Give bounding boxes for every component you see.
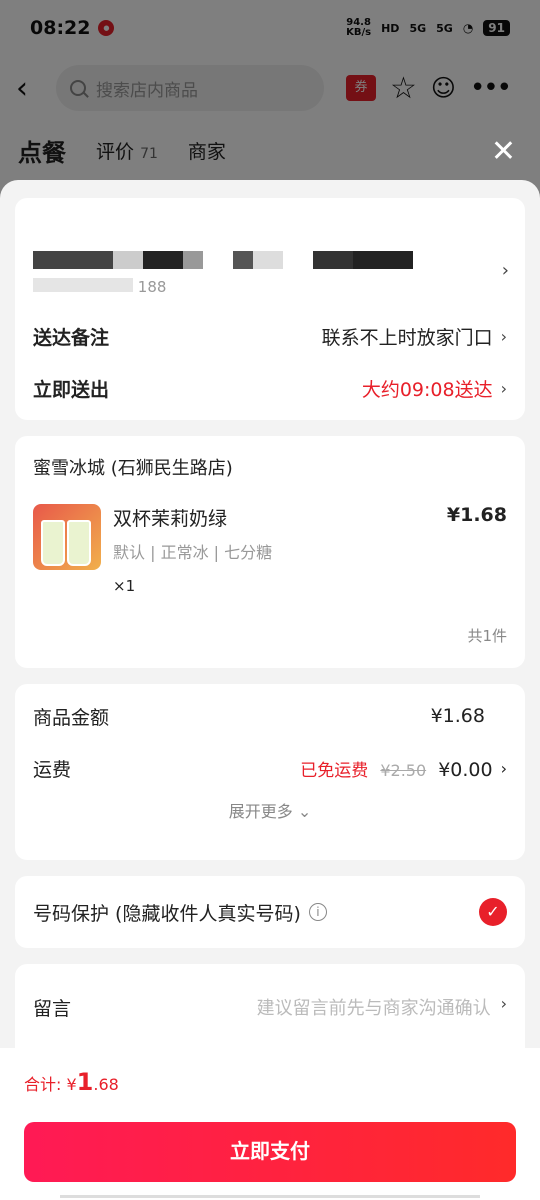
delivery-note-label: 送达备注	[33, 326, 110, 349]
delivery-note-row[interactable]: 送达备注 联系不上时放家门口 ›	[33, 310, 507, 362]
chevron-right-icon: ›	[500, 378, 507, 398]
shipping-value: ¥0.00	[438, 758, 493, 781]
message-label: 留言	[33, 998, 72, 1020]
message-placeholder: 建议留言前先与商家沟通确认	[256, 998, 491, 1019]
goods-amount-label: 商品金额	[33, 706, 110, 729]
chevron-right-icon: ›	[500, 758, 507, 778]
item-price: ¥1.68	[446, 504, 507, 526]
checkout-sheet: 188 › 送达备注 联系不上时放家门口 › 立即送出 大约09:08送达 › …	[0, 180, 540, 1200]
shipping-label: 运费	[33, 758, 72, 781]
item-name: 双杯茉莉奶绿	[113, 508, 228, 530]
home-indicator[interactable]	[60, 1195, 480, 1198]
shipping-row[interactable]: 运费 已免运费 ¥2.50 ¥0.00 ›	[33, 742, 507, 794]
shipping-original-price: ¥2.50	[380, 760, 427, 780]
shipping-free-label: 已免运费	[300, 760, 369, 781]
delivery-time-label: 立即送出	[33, 378, 110, 401]
chevron-right-icon: ›	[500, 994, 507, 1013]
pay-now-button[interactable]: 立即支付	[24, 1122, 516, 1182]
goods-amount-value: ¥1.68	[430, 705, 485, 727]
number-protection-label: 号码保护 (隐藏收件人真实号码)	[33, 902, 301, 925]
delivery-note-value: 联系不上时放家门口	[321, 326, 493, 349]
masked-contact: 188	[33, 278, 507, 296]
chevron-right-icon: ›	[500, 326, 507, 346]
info-icon[interactable]: i	[308, 903, 327, 921]
address-chevron-icon: ›	[501, 260, 509, 281]
goods-amount-row: 商品金额 ¥1.68	[33, 690, 507, 742]
expand-more-button[interactable]: 展开更多 ⌄	[33, 798, 507, 822]
item-spec: 默认 | 正常冰 | 七分糖	[113, 543, 273, 562]
item-info: 双杯茉莉奶绿 默认 | 正常冰 | 七分糖 ×1	[113, 504, 447, 595]
address-card[interactable]: 188 › 送达备注 联系不上时放家门口 › 立即送出 大约09:08送达 ›	[15, 198, 525, 420]
total-amount: 合计: ¥1.68	[24, 1068, 119, 1096]
order-item[interactable]: 双杯茉莉奶绿 默认 | 正常冰 | 七分糖 ×1 ¥1.68	[33, 504, 507, 595]
product-image	[33, 504, 101, 570]
number-protection-card[interactable]: 号码保护 (隐藏收件人真实号码) i ✓	[15, 876, 525, 948]
item-quantity: ×1	[113, 577, 136, 595]
shipping-values: 已免运费 ¥2.50 ¥0.00	[300, 756, 492, 781]
fee-card: 商品金额 ¥1.68 运费 已免运费 ¥2.50 ¥0.00 › 展开更多 ⌄	[15, 684, 525, 860]
chevron-down-icon: ⌄	[297, 802, 312, 821]
masked-address	[33, 246, 507, 274]
delivery-time-row[interactable]: 立即送出 大约09:08送达 ›	[33, 362, 507, 414]
order-card: 蜜雪冰城 (石狮民生路店) 双杯茉莉奶绿 默认 | 正常冰 | 七分糖 ×1 ¥…	[15, 436, 525, 668]
shop-name: 蜜雪冰城 (石狮民生路店)	[33, 458, 233, 479]
delivery-time-value: 大约09:08送达	[361, 378, 493, 401]
close-icon[interactable]: ✕	[491, 134, 516, 169]
checkout-footer: 合计: ¥1.68 立即支付	[0, 1048, 540, 1200]
checkmark-icon[interactable]: ✓	[479, 898, 507, 926]
item-total-count: 共1件	[467, 627, 507, 645]
